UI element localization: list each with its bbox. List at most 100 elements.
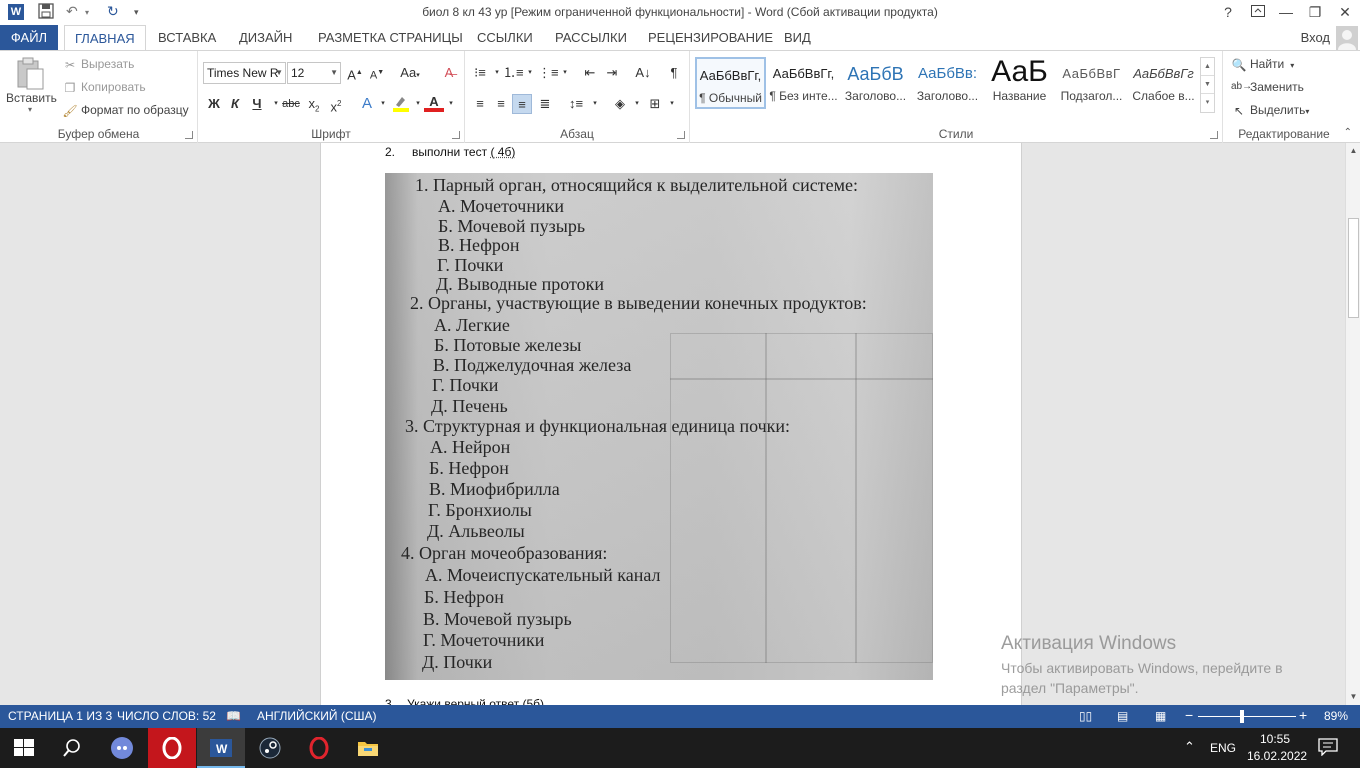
scroll-thumb[interactable] [1348, 218, 1359, 318]
style-subtitle[interactable]: АаБбВвГ Подзагол... [1056, 57, 1127, 109]
font-launcher-icon[interactable] [452, 131, 460, 139]
gallery-up-icon[interactable]: ▲ [1201, 58, 1214, 76]
shading-dropdown-icon[interactable]: ▾ [627, 94, 647, 114]
italic-button[interactable]: К [225, 94, 245, 114]
align-center-icon[interactable]: ≡ [491, 94, 511, 114]
taskbar-app-word[interactable]: W [197, 728, 245, 768]
paragraph-launcher-icon[interactable] [677, 131, 685, 139]
tab-home[interactable]: ГЛАВНАЯ [64, 25, 146, 50]
font-size-combo[interactable]: 12 ▼ [287, 62, 341, 84]
multilevel-dropdown-icon[interactable]: ▾ [555, 63, 575, 83]
format-painter-button[interactable]: 🖌 Формат по образцу [62, 103, 188, 118]
select-button[interactable]: ↖ Выделить▾ [1231, 103, 1309, 118]
clear-formatting-icon[interactable]: A̶ [439, 63, 459, 83]
sort-icon[interactable]: A↓ [633, 63, 653, 83]
clipboard-launcher-icon[interactable] [185, 131, 193, 139]
tab-insert[interactable]: ВСТАВКА [148, 25, 226, 50]
tab-view[interactable]: ВИД [774, 25, 821, 50]
start-button[interactable] [0, 728, 48, 768]
notifications-icon[interactable] [1318, 738, 1338, 759]
test-photo-image[interactable]: 1. Парный орган, относящийся к выделител… [385, 173, 933, 680]
align-left-icon[interactable]: ≡ [470, 94, 490, 114]
ribbon-display-options-icon[interactable] [1244, 2, 1272, 22]
tray-chevron-up-icon[interactable]: ⌃ [1184, 739, 1195, 755]
restore-button[interactable]: ❐ [1301, 2, 1329, 22]
style-heading-1[interactable]: АаБбВ Заголово... [840, 57, 911, 109]
collapse-ribbon-icon[interactable]: ⌃ [1344, 127, 1352, 138]
taskbar-app-opera[interactable] [295, 728, 343, 768]
gallery-down-icon[interactable]: ▼ [1201, 76, 1214, 94]
style-title[interactable]: АаБ Название [984, 57, 1055, 109]
underline-button[interactable]: Ч [247, 94, 267, 114]
cut-button[interactable]: ✂ Вырезать [62, 57, 134, 72]
web-layout-icon[interactable]: ▦ [1155, 709, 1166, 723]
document-page[interactable]: 2. выполни тест ( 4б) 1. Парный орган, от… [320, 143, 1022, 705]
replace-button[interactable]: ab→Заменить [1231, 80, 1304, 95]
superscript-icon[interactable]: x2 [326, 94, 346, 114]
zoom-level[interactable]: 89% [1324, 709, 1348, 723]
align-right-icon[interactable]: ≡ [512, 94, 532, 114]
zoom-slider-thumb[interactable] [1240, 710, 1245, 723]
page-count[interactable]: СТРАНИЦА 1 ИЗ 3 [8, 709, 112, 723]
numbering-dropdown-icon[interactable]: ▾ [520, 63, 540, 83]
style-normal[interactable]: АаБбВвГг, ¶ Обычный [695, 57, 766, 109]
zoom-in-icon[interactable]: + [1299, 707, 1307, 723]
style-heading-2[interactable]: АаБбВв: Заголово... [912, 57, 983, 109]
styles-launcher-icon[interactable] [1210, 131, 1218, 139]
paste-button[interactable]: Вставить ▾ [6, 57, 57, 114]
change-case-icon[interactable]: Aa▾ [396, 63, 424, 83]
tab-mailings[interactable]: РАССЫЛКИ [545, 25, 637, 50]
style-subtle-emphasis[interactable]: АаБбВвГг Слабое в... [1128, 57, 1199, 109]
document-area[interactable]: 2. выполни тест ( 4б) 1. Парный орган, от… [0, 143, 1345, 705]
scroll-down-icon[interactable]: ▼ [1346, 690, 1360, 704]
word-count[interactable]: ЧИСЛО СЛОВ: 52 [117, 709, 216, 723]
tab-design[interactable]: ДИЗАЙН [229, 25, 302, 50]
user-avatar-icon[interactable] [1336, 26, 1358, 50]
tab-file[interactable]: ФАЙЛ [0, 25, 58, 50]
tab-layout[interactable]: РАЗМЕТКА СТРАНИЦЫ [308, 25, 473, 50]
signin-link[interactable]: Вход [1301, 30, 1330, 45]
zoom-out-icon[interactable]: − [1185, 707, 1193, 723]
scroll-up-icon[interactable]: ▲ [1346, 144, 1360, 158]
minimize-button[interactable]: — [1272, 2, 1300, 22]
strikethrough-icon[interactable]: abc [281, 94, 301, 114]
read-mode-icon[interactable]: ▯▯ [1079, 709, 1092, 723]
list-item-3[interactable]: 3. Укажи верный ответ (5б) [385, 697, 544, 705]
tab-references[interactable]: ССЫЛКИ [467, 25, 543, 50]
line-spacing-dropdown-icon[interactable]: ▾ [585, 94, 605, 114]
close-button[interactable]: ✕ [1331, 2, 1359, 22]
taskbar-app-discord[interactable] [98, 728, 146, 768]
line-spacing-icon[interactable]: ↕≡ [566, 94, 586, 114]
style-no-spacing[interactable]: АаБбВвГг, ¶ Без инте... [768, 57, 839, 109]
proofing-icon[interactable]: 📖 [226, 709, 241, 723]
gallery-more-icon[interactable]: ▾ [1201, 94, 1214, 112]
borders-dropdown-icon[interactable]: ▾ [662, 94, 682, 114]
input-language[interactable]: ENG [1210, 741, 1236, 755]
find-button[interactable]: 🔍 Найти ▾ [1231, 57, 1295, 72]
subscript-icon[interactable]: x2 [304, 94, 324, 114]
tab-review[interactable]: РЕЦЕНЗИРОВАНИЕ [638, 25, 783, 50]
styles-gallery-scroll[interactable]: ▲ ▼ ▾ [1200, 57, 1215, 113]
font-color-dropdown-icon[interactable]: ▾ [441, 94, 461, 114]
search-button[interactable] [48, 728, 96, 768]
clock-time[interactable]: 10:55 [1260, 732, 1290, 746]
increase-indent-icon[interactable]: ⇥ [602, 63, 622, 83]
taskbar-app-steam[interactable] [246, 728, 294, 768]
language-indicator[interactable]: АНГЛИЙСКИЙ (США) [257, 709, 377, 723]
decrease-indent-icon[interactable]: ⇤ [580, 63, 600, 83]
bold-button[interactable]: Ж [204, 94, 224, 114]
clock-date[interactable]: 16.02.2022 [1247, 749, 1307, 763]
taskbar-app-opera-gx[interactable] [148, 728, 196, 768]
print-layout-icon[interactable]: ▤ [1117, 709, 1128, 723]
taskbar-app-explorer[interactable] [344, 728, 392, 768]
justify-icon[interactable]: ≣ [535, 94, 555, 114]
copy-button[interactable]: ❐ Копировать [62, 80, 146, 95]
vertical-scrollbar[interactable]: ▲ ▼ [1345, 143, 1360, 705]
list-item-2[interactable]: 2. выполни тест ( 4б) [385, 145, 515, 159]
text-effects-dropdown-icon[interactable]: ▾ [373, 94, 393, 114]
zoom-slider[interactable] [1198, 716, 1296, 717]
grow-font-icon[interactable]: A▲ [345, 63, 365, 83]
shrink-font-icon[interactable]: A▼ [367, 63, 387, 83]
help-button[interactable]: ? [1214, 2, 1242, 22]
pilcrow-icon[interactable]: ¶ [664, 63, 684, 83]
